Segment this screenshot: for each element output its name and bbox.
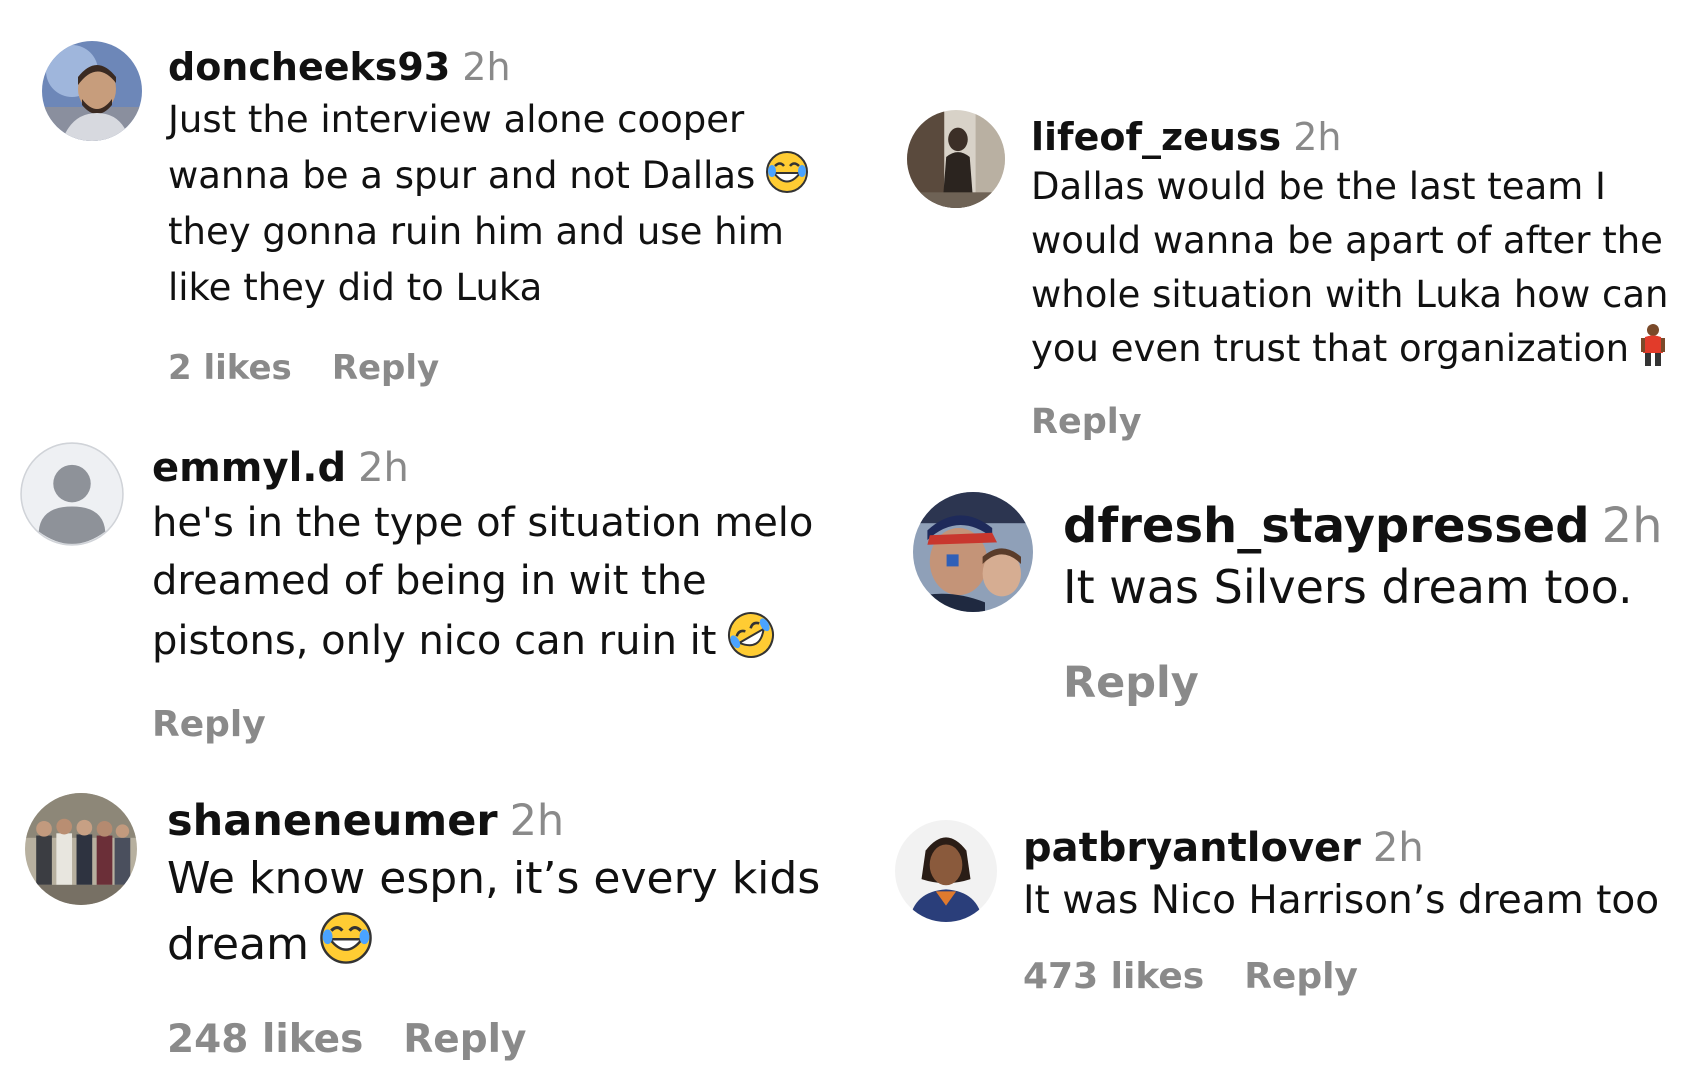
avatar[interactable] <box>907 110 1005 208</box>
comment-actions: Reply <box>1031 402 1691 442</box>
comment-text: It was Nico Harrison’s dream too <box>1023 872 1695 930</box>
comment-actions: Reply <box>1063 658 1683 708</box>
username[interactable]: lifeof_zeuss <box>1031 115 1281 159</box>
comment-body: lifeof_zeuss 2h Dallas would be the last … <box>1031 118 1691 442</box>
avatar[interactable] <box>25 793 137 905</box>
comment-text-line: dream <box>167 911 867 977</box>
comment-text: Dallas would be the last team I would wa… <box>1031 160 1691 376</box>
username[interactable]: doncheeks93 <box>168 45 450 89</box>
comment-header: shaneneumer 2h <box>167 800 867 843</box>
comment-header: dfresh_staypressed 2h <box>1063 502 1683 550</box>
comment-text-line: We know espn, it’s every kids <box>167 853 821 904</box>
timestamp: 2h <box>1293 115 1342 159</box>
comment-text: It was Silvers dream too. <box>1063 554 1683 620</box>
comment-text-line: would wanna be apart of after the <box>1031 219 1663 262</box>
comment-body: patbryantlover 2h It was Nico Harrison’s … <box>1023 828 1695 997</box>
comment-text-line: you even trust that organization <box>1031 322 1691 376</box>
comment-header: emmyl.d 2h <box>152 448 852 488</box>
reply-button[interactable]: Reply <box>403 1017 526 1062</box>
comment-text: Just the interview alone cooper wanna be… <box>168 92 868 316</box>
comment-text: We know espn, it’s every kids dream <box>167 847 867 977</box>
likes-count[interactable]: 2 likes <box>168 348 292 388</box>
comment-text: he's in the type of situation melo dream… <box>152 494 852 670</box>
comment-header: patbryantlover 2h <box>1023 828 1695 868</box>
timestamp: 2h <box>1601 498 1663 554</box>
comment-actions: 2 likes Reply <box>168 348 868 388</box>
comment-text-line: It was Nico Harrison’s dream too <box>1023 878 1660 923</box>
avatar[interactable] <box>913 492 1033 612</box>
comment-text-line: he's in the type of situation melo <box>152 500 814 546</box>
comment-actions: Reply <box>152 704 852 745</box>
comment-header: lifeof_zeuss 2h <box>1031 118 1691 156</box>
rofl-emoji <box>726 610 776 660</box>
username[interactable]: patbryantlover <box>1023 825 1361 871</box>
reply-button[interactable]: Reply <box>152 704 266 745</box>
avatar[interactable] <box>895 820 997 922</box>
comment-body: shaneneumer 2h We know espn, it’s every k… <box>167 800 867 1063</box>
username[interactable]: shaneneumer <box>167 796 498 846</box>
comment-text-line: like they did to Luka <box>168 266 543 309</box>
joy-emoji <box>319 911 373 965</box>
comment-actions: 473 likes Reply <box>1023 956 1695 997</box>
comment-text-line: they gonna ruin him and use him <box>168 210 784 253</box>
comment-text-line: Dallas would be the last team I <box>1031 165 1606 208</box>
likes-count[interactable]: 248 likes <box>167 1017 363 1062</box>
comment-text-line: pistons, only nico can ruin it <box>152 610 852 670</box>
comment-text-line: dreamed of being in wit the <box>152 558 707 604</box>
comment-text-line: It was Silvers dream too. <box>1063 560 1633 614</box>
username[interactable]: emmyl.d <box>152 445 346 491</box>
person-standing-emoji <box>1639 323 1667 367</box>
comment-text-line: Just the interview alone cooper <box>168 98 745 141</box>
reply-button[interactable]: Reply <box>1031 402 1142 442</box>
timestamp: 2h <box>358 445 409 491</box>
username[interactable]: dfresh_staypressed <box>1063 498 1590 554</box>
comment-text-line: whole situation with Luka how can <box>1031 273 1669 316</box>
comment-body: doncheeks93 2h Just the interview alone c… <box>168 48 868 388</box>
comment-body: dfresh_staypressed 2h It was Silvers drea… <box>1063 502 1683 708</box>
avatar[interactable] <box>20 442 124 546</box>
reply-button[interactable]: Reply <box>332 348 439 388</box>
comment-actions: 248 likes Reply <box>167 1017 867 1062</box>
timestamp: 2h <box>1372 825 1424 871</box>
avatar[interactable] <box>42 41 142 141</box>
comment-header: doncheeks93 2h <box>168 48 868 86</box>
timestamp: 2h <box>462 45 511 89</box>
reply-button[interactable]: Reply <box>1244 956 1358 997</box>
comment-body: emmyl.d 2h he's in the type of situation … <box>152 448 852 745</box>
reply-button[interactable]: Reply <box>1063 658 1199 708</box>
comment-text-line: wanna be a spur and not Dallas <box>168 148 868 204</box>
likes-count[interactable]: 473 likes <box>1023 956 1204 997</box>
timestamp: 2h <box>509 796 565 846</box>
joy-emoji <box>765 150 809 194</box>
